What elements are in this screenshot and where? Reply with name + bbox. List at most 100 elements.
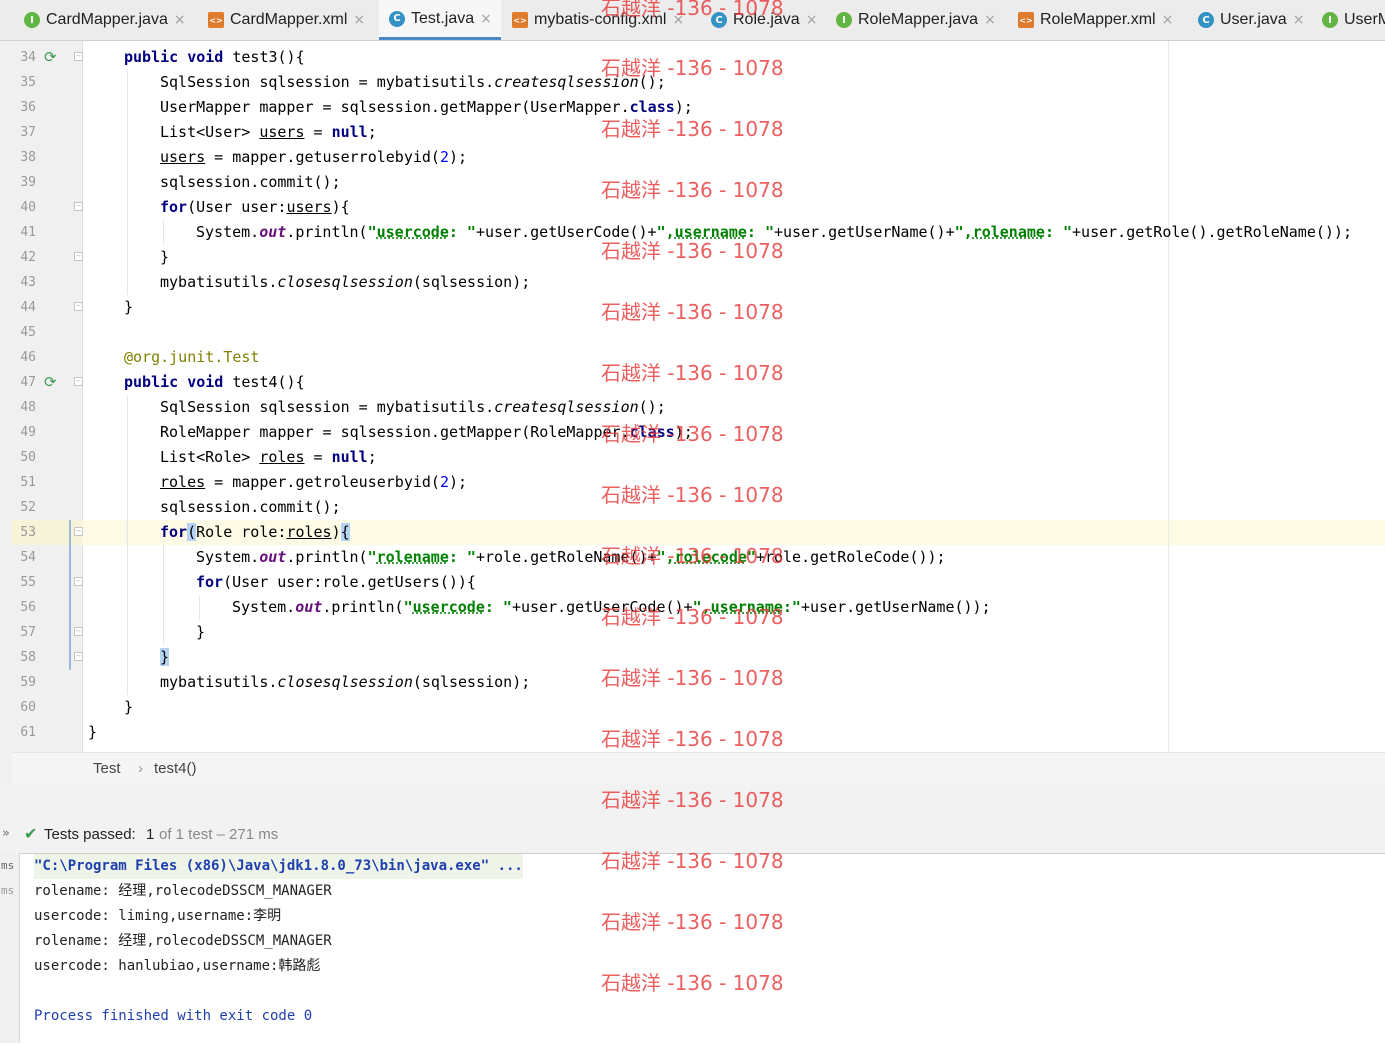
- code-text: }: [124, 298, 134, 316]
- line-number: 36: [20, 100, 36, 115]
- tab-label: CardMapper.xml: [230, 11, 348, 28]
- line-number: 44: [20, 300, 36, 315]
- close-icon[interactable]: ×: [1293, 12, 1305, 28]
- close-icon[interactable]: ×: [353, 12, 365, 28]
- run-test-icon[interactable]: ⟳: [44, 374, 60, 390]
- tests-summary: of 1 test – 271 ms: [159, 826, 279, 843]
- fold-end-icon[interactable]: −: [74, 627, 83, 636]
- expand-icon[interactable]: »: [2, 826, 10, 841]
- code-line: 40 − for(User user:users){: [0, 195, 1385, 220]
- breadcrumb-item-class[interactable]: Test: [93, 760, 121, 777]
- tab-user-java[interactable]: C User.java ×: [1198, 0, 1304, 40]
- code-text: sqlsession.commit();: [160, 498, 341, 516]
- test-duration-label: ms: [1, 859, 15, 872]
- code-line: 54 System.out.println("rolename: "+role.…: [0, 545, 1385, 570]
- fold-toggle-icon[interactable]: −: [74, 202, 83, 211]
- code-line-current: 53 − for(Role role:roles){: [0, 520, 1385, 545]
- fold-toggle-icon[interactable]: −: [74, 527, 83, 536]
- close-icon[interactable]: ×: [1162, 12, 1174, 28]
- tab-label: CardMapper.java: [46, 11, 168, 28]
- tab-label: User.java: [1220, 11, 1287, 28]
- close-icon[interactable]: ×: [984, 12, 996, 28]
- tab-cardmapper-java[interactable]: I CardMapper.java ×: [24, 0, 186, 40]
- check-icon: ✔: [24, 824, 38, 843]
- close-icon[interactable]: ×: [806, 12, 818, 28]
- code-line: 39 sqlsession.commit();: [0, 170, 1385, 195]
- tests-passed-label: Tests passed:: [44, 826, 136, 843]
- code-line: 34 ⟳ − public void test3(){: [0, 45, 1385, 70]
- tab-cardmapper-xml[interactable]: <> CardMapper.xml ×: [208, 0, 365, 40]
- line-number: 47: [20, 375, 36, 390]
- close-icon[interactable]: ×: [174, 12, 186, 28]
- code-line: 58 − }: [0, 645, 1385, 670]
- code-text: users = mapper.getuserrolebyid(2);: [160, 148, 468, 166]
- tab-label: Role.java: [733, 11, 800, 28]
- console-line: rolename: 经理,rolecodeDSSCM_MANAGER: [34, 933, 332, 949]
- test-status-bar: » ✔ Tests passed: 1 of 1 test – 271 ms: [0, 821, 1385, 851]
- xml-icon: <>: [208, 12, 224, 28]
- test-tree-strip[interactable]: ms ms: [0, 853, 20, 1043]
- line-number: 49: [20, 425, 36, 440]
- line-number: 59: [20, 675, 36, 690]
- breadcrumb-separator-icon: ›: [138, 760, 143, 777]
- code-line: 45: [0, 320, 1385, 345]
- line-number: 43: [20, 275, 36, 290]
- code-text: List<User> users = null;: [160, 123, 377, 141]
- tests-passed-count: 1: [146, 826, 155, 843]
- breadcrumb-item-method[interactable]: test4(): [154, 760, 197, 777]
- fold-end-icon[interactable]: −: [74, 252, 83, 261]
- tab-role-java[interactable]: C Role.java ×: [711, 0, 817, 40]
- console-command-line[interactable]: "C:\Program Files (x86)\Java\jdk1.8.0_73…: [34, 854, 523, 879]
- xml-icon: <>: [512, 12, 528, 28]
- code-line: 50 List<Role> roles = null;: [0, 445, 1385, 470]
- tab-label: RoleMapper.xml: [1040, 11, 1156, 28]
- run-test-icon[interactable]: ⟳: [44, 49, 60, 65]
- close-icon[interactable]: ×: [672, 12, 684, 28]
- code-text: RoleMapper mapper = sqlsession.getMapper…: [160, 423, 693, 441]
- breadcrumb: Test › test4(): [12, 752, 1385, 783]
- code-line: 43 mybatisutils.closesqlsession(sqlsessi…: [0, 270, 1385, 295]
- line-number: 56: [20, 600, 36, 615]
- tab-mybatis-config-xml[interactable]: <> mybatis-config.xml ×: [512, 0, 684, 40]
- class-icon: C: [711, 12, 727, 28]
- line-number: 61: [20, 725, 36, 740]
- code-line: 52 sqlsession.commit();: [0, 495, 1385, 520]
- line-number: 35: [20, 75, 36, 90]
- line-number: 57: [20, 625, 36, 640]
- tab-label: Test.java: [411, 9, 475, 27]
- line-number: 42: [20, 250, 36, 265]
- fold-toggle-icon[interactable]: −: [74, 577, 83, 586]
- code-line: 56 System.out.println("usercode: "+user.…: [0, 595, 1385, 620]
- line-number: 53: [20, 525, 36, 540]
- line-number: 55: [20, 575, 36, 590]
- line-number: 60: [20, 700, 36, 715]
- line-number: 38: [20, 150, 36, 165]
- line-number: 40: [20, 200, 36, 215]
- code-line: 44 − }: [0, 295, 1385, 320]
- line-number: 41: [20, 225, 36, 240]
- fold-end-icon[interactable]: −: [74, 652, 83, 661]
- tab-test-java[interactable]: C Test.java ×: [379, 0, 501, 40]
- code-text: mybatisutils.closesqlsession(sqlsession)…: [160, 673, 531, 691]
- line-number: 39: [20, 175, 36, 190]
- code-text: for(User user:users){: [160, 198, 350, 216]
- console-exit-line: Process finished with exit code 0: [34, 1008, 313, 1024]
- fold-toggle-icon[interactable]: −: [74, 377, 83, 386]
- code-line: 55 − for(User user:role.getUsers()){: [0, 570, 1385, 595]
- code-text: List<Role> roles = null;: [160, 448, 377, 466]
- tab-usermapper-partial[interactable]: I UserM: [1322, 0, 1385, 40]
- code-text: SqlSession sqlsession = mybatisutils.cre…: [160, 398, 666, 416]
- tab-rolemapper-xml[interactable]: <> RoleMapper.xml ×: [1018, 0, 1173, 40]
- tab-rolemapper-java[interactable]: I RoleMapper.java ×: [836, 0, 996, 40]
- fold-end-icon[interactable]: −: [74, 302, 83, 311]
- line-number: 58: [20, 650, 36, 665]
- console-line: rolename: 经理,rolecodeDSSCM_MANAGER: [34, 883, 332, 899]
- fold-toggle-icon[interactable]: −: [74, 52, 83, 61]
- tab-label: UserM: [1344, 11, 1385, 28]
- tab-label: RoleMapper.java: [858, 11, 979, 28]
- close-icon[interactable]: ×: [480, 11, 492, 27]
- line-number: 37: [20, 125, 36, 140]
- code-text: }: [88, 723, 98, 741]
- xml-icon: <>: [1018, 12, 1034, 28]
- code-line: 35 SqlSession sqlsession = mybatisutils.…: [0, 70, 1385, 95]
